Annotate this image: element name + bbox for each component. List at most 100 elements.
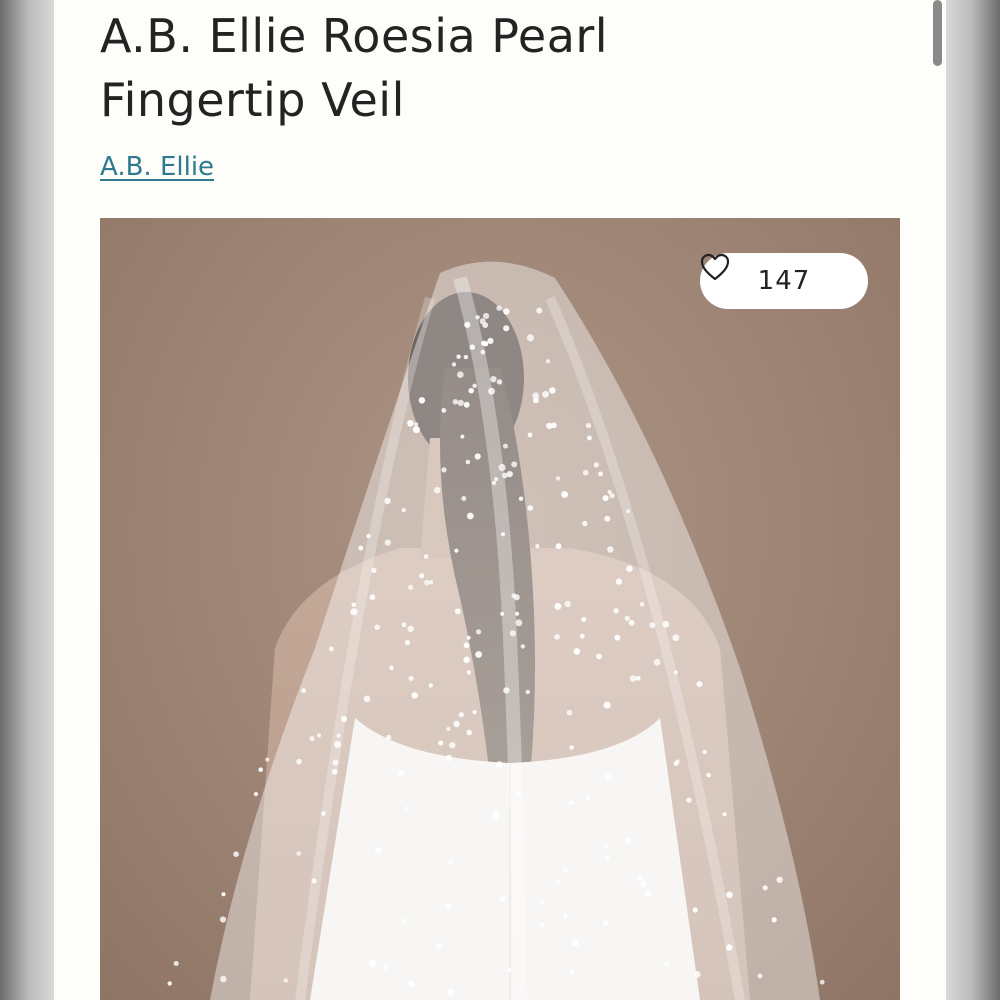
veil-pearl [605,855,610,860]
veil-pearl [726,891,733,899]
veil-pearl [424,579,430,586]
veil-pearl [461,496,467,501]
veil-pearl [626,565,633,572]
veil-pearl [672,634,680,642]
veil-pearl [401,507,406,513]
veil-pearl [507,968,512,973]
veil-pearl [350,608,358,616]
veil-pearl [581,617,587,622]
veil-pearl [675,759,680,764]
veil-pearl [167,981,172,986]
veil-pearl [585,422,592,429]
veil-pearl [573,648,581,655]
veil-pearl [301,688,307,694]
veil-pearl [464,321,471,328]
veil-pearl [411,692,419,699]
veil-pearl [438,740,444,746]
veil-pearl [451,362,457,367]
veil-pearl [556,879,561,884]
veil-pearl [311,878,317,884]
veil-pearl [449,741,456,749]
veil-pearl [173,961,179,966]
veil-pearl [405,806,410,811]
veil-pearl [487,337,494,344]
veil-pearl [472,710,477,715]
veil-pearl [466,670,472,675]
veil-pearl [603,701,611,709]
veil-pearl [692,907,698,913]
like-count: 147 [757,266,811,296]
veil-pearl [495,761,503,769]
veil-pearl [434,487,441,494]
like-button[interactable]: 147 [700,253,868,309]
veil-pearl [412,426,420,434]
veil-pearl [258,767,263,772]
veil-pearl [456,354,461,359]
veil-pearl [483,312,490,320]
veil-pearl [542,390,549,398]
veil-pearl [562,867,568,873]
veil-pearl [448,859,453,864]
veil-pearl [515,611,520,616]
veil-pearl [496,379,503,385]
brand-link[interactable]: A.B. Ellie [100,150,214,184]
veil-pearl [527,432,533,438]
veil-pearl [445,754,452,762]
veil-pearl [441,467,447,473]
veil-pearl [384,497,391,505]
veil-pearl [582,520,588,527]
product-image[interactable]: 147 [100,218,900,1000]
veil-pearl [408,584,414,590]
veil-pearl [702,749,707,755]
veil-pearl [626,509,630,514]
veil-pearl [568,800,574,806]
veil-pearl [296,758,302,765]
veil-pearl [407,420,414,427]
veil-pearl [819,979,825,985]
veil-pearl [435,942,443,950]
veil-pearl [587,435,592,441]
veil-pearl [602,495,609,502]
veil-pearl [722,812,727,817]
veil-pearl [428,683,433,688]
veil-pearl [614,634,621,641]
veil-pearl [625,837,632,844]
veil-pearl [389,665,394,670]
veil-pearl [673,670,678,675]
veil-pearl [696,681,703,688]
veil-pearl [351,602,356,607]
veil-pearl [219,916,227,923]
veil-pearl [457,371,464,378]
veil-pearl [447,988,455,996]
veil-pearl [518,496,524,501]
veil-pearl [546,422,553,430]
veil-pearl [640,881,647,888]
veil-pearl [340,715,348,723]
scrollbar-thumb[interactable] [933,0,942,66]
veil-pearl [369,959,376,967]
veil-pearl [649,622,656,629]
veil-pearl [476,629,482,635]
veil-pearl [458,712,464,718]
veil-photo-illustration [167,261,825,1000]
heart-outline-icon [700,253,730,281]
veil-pearl [566,709,573,716]
veil-pearl [555,543,562,550]
veil-pearl [253,791,259,797]
veil-pearl [419,573,425,579]
veil-pearl [527,505,534,511]
veil-pearl [480,349,486,355]
veil-pearl [374,624,381,631]
veil-pearl [408,675,414,681]
veil-pearl [491,480,497,485]
veil-pearl [585,796,591,801]
veil-pearl [475,651,482,658]
veil-pearl [535,544,540,549]
veil-pearl [693,971,701,978]
veil-pearl [336,733,341,738]
veil-pearl [492,812,500,820]
veil-pearl [776,876,783,883]
veil-pearl [613,608,619,614]
veil-pearl [309,736,315,742]
veil-pearl [628,619,635,626]
